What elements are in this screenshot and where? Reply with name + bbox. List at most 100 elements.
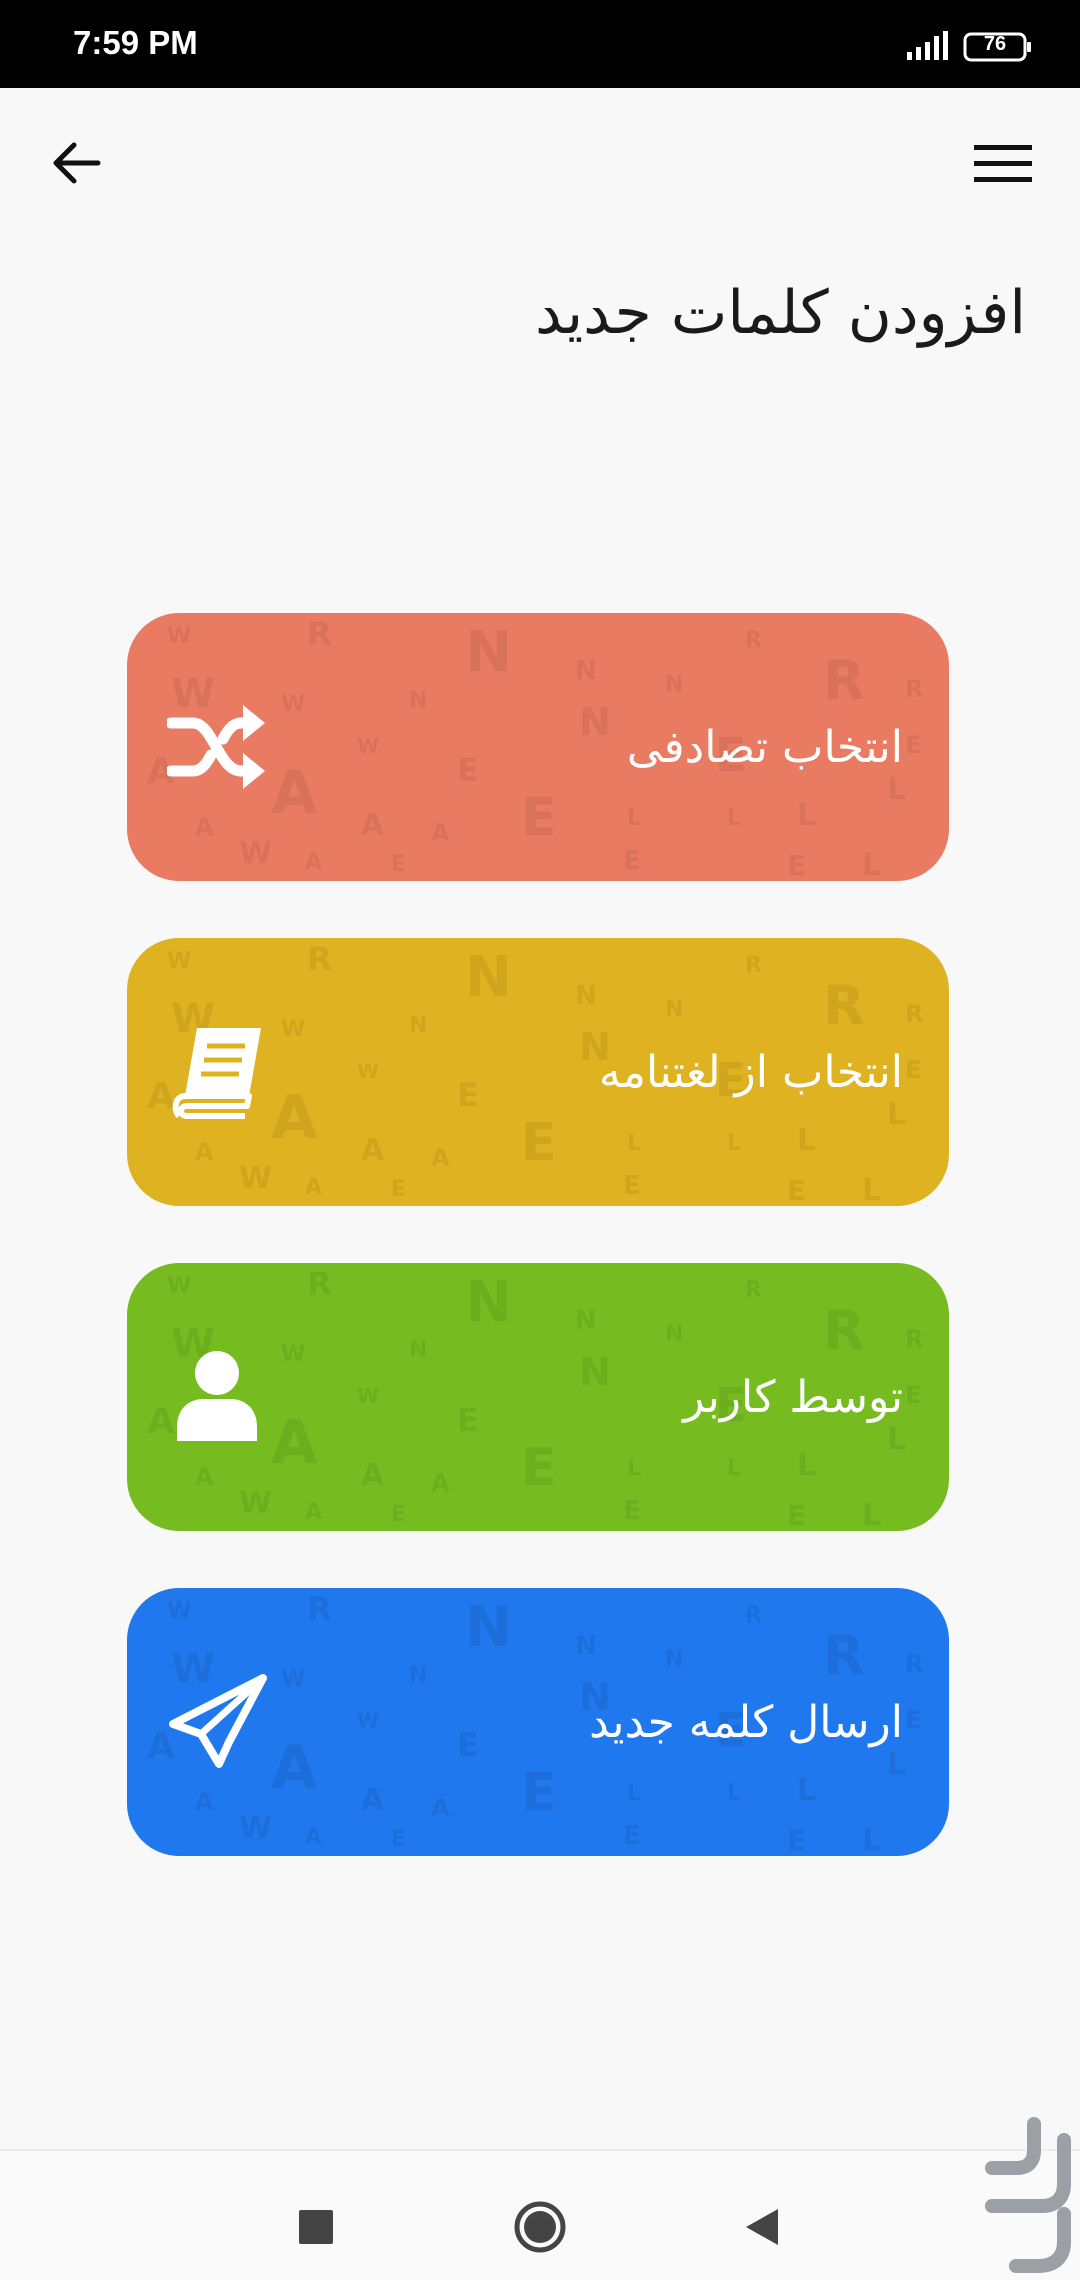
paper-plane-icon <box>169 1674 267 1768</box>
svg-text:E: E <box>905 1381 921 1409</box>
svg-text:E: E <box>457 1076 479 1114</box>
arrow-left-icon <box>53 142 101 184</box>
card-label: انتخاب تصادفی <box>626 721 903 773</box>
card-label: انتخاب از لغتنامه <box>598 1046 903 1098</box>
svg-text:A: A <box>361 1458 385 1493</box>
svg-text:N: N <box>575 656 597 686</box>
svg-text:N: N <box>575 1306 597 1336</box>
svg-text:A: A <box>431 1794 450 1822</box>
svg-text:L: L <box>627 1456 641 1481</box>
book-icon <box>172 1028 261 1119</box>
app-bar <box>0 88 1080 238</box>
svg-text:A: A <box>271 1083 318 1153</box>
recents-button[interactable] <box>296 2207 336 2247</box>
send-new-word-card[interactable]: WR NN NR RR WW NN WE EE AA AA EL LL AW A… <box>127 1588 949 1856</box>
svg-text:A: A <box>195 1138 214 1166</box>
svg-text:A: A <box>195 813 214 841</box>
svg-text:A: A <box>431 1469 450 1497</box>
svg-text:W: W <box>167 1599 191 1624</box>
status-time: 7:59 PM <box>73 24 198 61</box>
svg-text:W: W <box>281 1667 305 1692</box>
svg-text:A: A <box>271 1733 318 1803</box>
svg-text:N: N <box>579 1350 611 1394</box>
svg-text:E: E <box>391 1827 406 1852</box>
svg-text:W: W <box>357 1384 379 1408</box>
by-user-card[interactable]: WR NN NR RR WW NN WE EE AA AA EL LL AW A… <box>127 1263 949 1531</box>
svg-text:A: A <box>361 1133 385 1168</box>
svg-text:W: W <box>357 1709 379 1733</box>
svg-text:W: W <box>239 1161 272 1196</box>
svg-text:W: W <box>167 1274 191 1299</box>
svg-text:W: W <box>167 624 191 649</box>
menu-button[interactable] <box>968 128 1038 198</box>
svg-text:W: W <box>281 1017 305 1042</box>
svg-text:W: W <box>357 734 379 758</box>
svg-text:N: N <box>409 1663 427 1688</box>
svg-text:N: N <box>409 1013 427 1038</box>
svg-text:A: A <box>271 1408 318 1478</box>
svg-text:A: A <box>431 1144 450 1172</box>
shuffle-icon <box>167 705 265 789</box>
svg-text:R: R <box>307 1265 332 1303</box>
page-title: افزودن کلمات جدید <box>534 278 1026 348</box>
svg-text:W: W <box>357 1059 379 1083</box>
card-label: ارسال کلمه جدید <box>589 1696 903 1748</box>
svg-text:N: N <box>465 1595 512 1660</box>
svg-text:A: A <box>305 1500 322 1525</box>
svg-text:W: W <box>281 692 305 717</box>
svg-text:E: E <box>391 1502 406 1527</box>
svg-text:E: E <box>905 731 921 759</box>
svg-text:W: W <box>239 1486 272 1521</box>
svg-text:N: N <box>665 1322 683 1347</box>
svg-text:A: A <box>305 850 322 875</box>
svg-text:R: R <box>307 615 332 653</box>
store-logo-watermark <box>985 2117 1071 2273</box>
svg-text:E: E <box>521 1763 557 1823</box>
svg-text:E: E <box>521 1438 557 1498</box>
svg-text:W: W <box>239 836 272 871</box>
svg-text:E: E <box>521 788 557 848</box>
home-button[interactable] <box>512 2199 568 2255</box>
svg-text:A: A <box>195 1463 214 1491</box>
svg-text:A: A <box>361 808 385 843</box>
svg-text:A: A <box>271 758 318 828</box>
svg-text:R: R <box>905 1325 923 1353</box>
svg-text:N: N <box>575 981 597 1011</box>
svg-text:E: E <box>391 1177 406 1202</box>
svg-text:E: E <box>457 751 479 789</box>
svg-text:E: E <box>905 1056 921 1084</box>
status-bar: 7:59 PM 76 <box>0 0 1080 88</box>
card-label: توسط کاربر <box>683 1371 903 1423</box>
svg-text:E: E <box>521 1113 557 1173</box>
svg-text:A: A <box>431 819 450 847</box>
user-icon <box>177 1351 257 1441</box>
random-selection-card[interactable]: WR NN NR RR WW NN WE EE AA AA EL LL AW A… <box>127 613 949 881</box>
svg-text:R: R <box>307 940 332 978</box>
svg-text:N: N <box>409 1338 427 1363</box>
svg-text:R: R <box>905 675 923 703</box>
system-nav-bar <box>0 2151 1080 2280</box>
svg-text:R: R <box>905 1000 923 1028</box>
svg-text:E: E <box>391 852 406 877</box>
svg-text:N: N <box>579 700 611 744</box>
signal-icon <box>907 31 948 60</box>
svg-text:A: A <box>305 1825 322 1850</box>
svg-text:N: N <box>465 945 512 1010</box>
nav-back-button[interactable] <box>740 2205 784 2249</box>
svg-text:N: N <box>465 1270 512 1335</box>
battery-level: 76 <box>983 33 1007 55</box>
svg-text:A: A <box>305 1175 322 1200</box>
dictionary-selection-card[interactable]: WR NN NR RR WW NN WE EE AA AA EL LL AW A… <box>127 938 949 1206</box>
back-button[interactable] <box>44 128 108 198</box>
svg-text:A: A <box>361 1783 385 1818</box>
svg-text:W: W <box>167 949 191 974</box>
svg-text:E: E <box>623 1496 641 1526</box>
svg-text:E: E <box>905 1706 921 1734</box>
svg-text:E: E <box>457 1726 479 1764</box>
svg-text:R: R <box>307 1590 332 1628</box>
svg-text:E: E <box>457 1401 479 1439</box>
hamburger-menu-icon <box>974 145 1032 182</box>
svg-text:R: R <box>905 1650 923 1678</box>
svg-text:A: A <box>195 1788 214 1816</box>
svg-text:W: W <box>239 1811 272 1846</box>
